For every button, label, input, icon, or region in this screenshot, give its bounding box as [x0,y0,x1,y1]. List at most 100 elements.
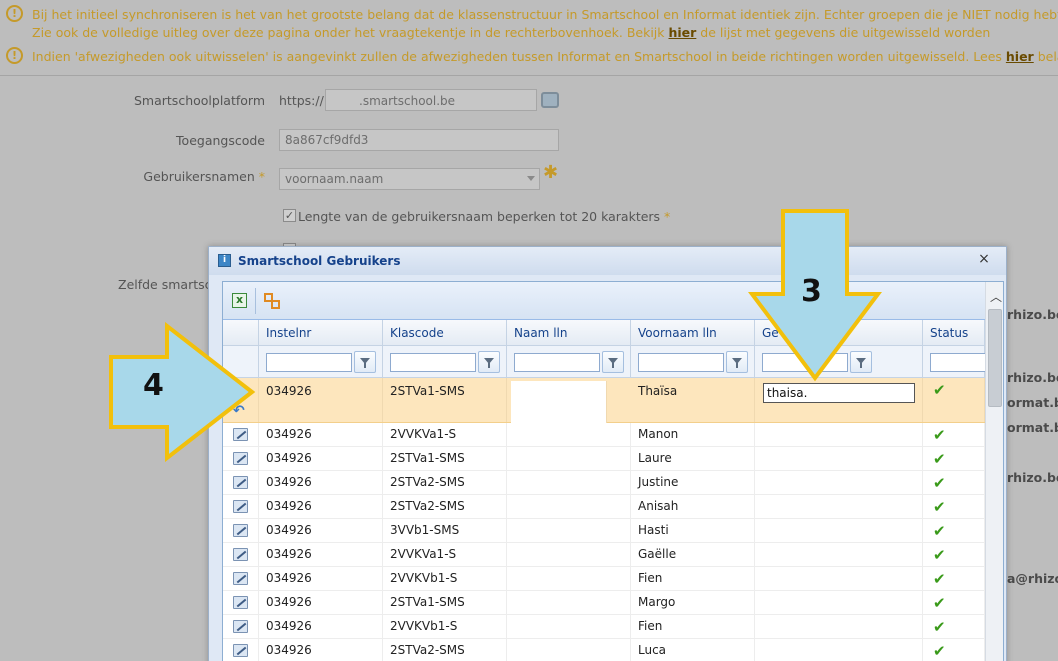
platform-label: Smartschoolplatform [134,93,265,108]
vertical-scrollbar[interactable]: ︿ [985,282,1003,661]
check-icon: ✔ [933,450,946,468]
table-row-selected[interactable]: ✔ ↶ 034926 2STVa1-SMS Thaïsa thaisa. ✔ [223,378,985,423]
table-row[interactable]: 034926 2STVa2-SMS Luca ✔ [223,639,985,661]
cell-voornaam: Laure [631,447,755,470]
check-icon: ✔ [933,498,946,516]
cell-klascode: 2STVa2-SMS [383,639,507,661]
table-row[interactable]: 034926 2STVa1-SMS Margo ✔ [223,591,985,615]
grid-body: ✔ ↶ 034926 2STVa1-SMS Thaïsa thaisa. ✔ 0… [223,378,985,661]
filter-input-voornaam[interactable] [638,353,724,372]
header-voornaam[interactable]: Voornaam lln [631,320,755,346]
cell-gebruikersnaam [755,495,923,518]
table-row[interactable]: 034926 2STVa2-SMS Justine ✔ [223,471,985,495]
username-editor[interactable]: thaisa. [763,383,915,403]
dialog-titlebar[interactable]: i Smartschool Gebruikers × [209,247,1006,275]
email-fragment: rhizo.be [1007,470,1058,485]
cell-actions [223,519,259,542]
cell-klascode: 2VVKVb1-S [383,615,507,638]
code-field[interactable]: 8a867cf9dfd3 [279,129,559,151]
cell-actions [223,639,259,661]
check-icon: ✔ [933,426,946,444]
email-fragment: a@rhizo.be [1007,571,1058,586]
cell-naam [507,543,631,566]
column-config-button[interactable] [261,290,283,312]
cell-naam-redacted [511,381,607,423]
hier-link[interactable]: hier [1006,49,1034,64]
excel-export-button[interactable] [229,290,251,312]
cell-klascode: 2STVa1-SMS [383,591,507,614]
pencil-icon[interactable] [233,524,248,537]
cell-actions [223,543,259,566]
cell-gebruikersnaam [755,543,923,566]
email-fragment: ormat.be [1007,395,1058,410]
table-row[interactable]: 034926 2VVKVa1-S Gaëlle ✔ [223,543,985,567]
check-icon: ✔ [933,474,946,492]
pencil-icon[interactable] [233,644,248,657]
table-row[interactable]: 034926 3VVb1-SMS Hasti ✔ [223,519,985,543]
filter-input-status[interactable] [930,353,990,372]
header-instelnr[interactable]: Instelnr [259,320,383,346]
limit-label: Lengte van de gebruikersnaam beperken to… [298,209,671,224]
check-icon: ✔ [933,642,946,660]
cell-instelnr: 034926 [259,378,383,422]
cell-voornaam: Fien [631,615,755,638]
asterisk-icon[interactable]: ✱ [543,162,558,183]
cell-voornaam: Hasti [631,519,755,542]
pencil-icon[interactable] [233,572,248,585]
filter-icon[interactable] [726,351,748,373]
arrow-shape [109,322,256,462]
close-button[interactable]: × [975,250,993,268]
cell-status: ✔ [923,543,985,566]
scroll-up-icon[interactable]: ︿ [990,288,1002,305]
filter-icon[interactable] [602,351,624,373]
notice-line: Indien 'afwezigheden ook uitwisselen' is… [32,49,1058,64]
zelfde-label: Zelfde smartscho [118,277,228,292]
notice-line: Bij het initieel synchroniseren is het v… [32,7,1058,22]
divider [0,75,1058,76]
notice-line: Zie ook de volledige uitleg over deze pa… [32,25,991,40]
pencil-icon[interactable] [233,596,248,609]
table-row[interactable]: 034926 2VVKVb1-S Fien ✔ [223,615,985,639]
filter-input-naam[interactable] [514,353,600,372]
cell-status: ✔ [923,615,985,638]
table-row[interactable]: 034926 2VVKVb1-S Fien ✔ [223,567,985,591]
email-fragment: rhizo.be [1007,307,1058,322]
hier-link[interactable]: hier [669,25,697,40]
cell-instelnr: 034926 [259,519,383,542]
cell-voornaam: Margo [631,591,755,614]
cell-status: ✔ [923,591,985,614]
header-status[interactable]: Status [923,320,985,346]
table-row[interactable]: 034926 2VVKVa1-S Manon ✔ [223,423,985,447]
platform-input[interactable]: .smartschool.be [325,89,537,111]
cell-actions [223,567,259,590]
pencil-icon[interactable] [233,500,248,513]
cell-instelnr: 034926 [259,423,383,446]
header-naam[interactable]: Naam lln [507,320,631,346]
pencil-icon[interactable] [233,548,248,561]
cell-klascode: 2STVa1-SMS [383,378,507,422]
usernames-select[interactable]: voornaam.naam [279,168,540,190]
pencil-icon[interactable] [233,476,248,489]
usernames-label: Gebruikersnamen * [143,169,265,184]
cell-klascode: 2STVa2-SMS [383,495,507,518]
filter-icon[interactable] [478,351,500,373]
cell-naam [507,495,631,518]
table-row[interactable]: 034926 2STVa2-SMS Anisah ✔ [223,495,985,519]
cell-instelnr: 034926 [259,567,383,590]
cell-gebruikersnaam [755,519,923,542]
filter-input-klascode[interactable] [390,353,476,372]
pencil-icon[interactable] [233,620,248,633]
table-row[interactable]: 034926 2STVa1-SMS Laure ✔ [223,447,985,471]
limit-checkbox[interactable]: ✓ [283,209,296,222]
cell-voornaam: Justine [631,471,755,494]
check-icon: ✔ [933,522,946,540]
filter-icon[interactable] [354,351,376,373]
cell-status: ✔ [923,519,985,542]
filter-input-instelnr[interactable] [266,353,352,372]
cell-klascode: 2VVKVa1-S [383,423,507,446]
header-klascode[interactable]: Klascode [383,320,507,346]
cell-actions [223,615,259,638]
cell-status: ✔ [923,378,985,422]
database-icon[interactable] [541,92,559,108]
scroll-thumb[interactable] [988,309,1002,407]
